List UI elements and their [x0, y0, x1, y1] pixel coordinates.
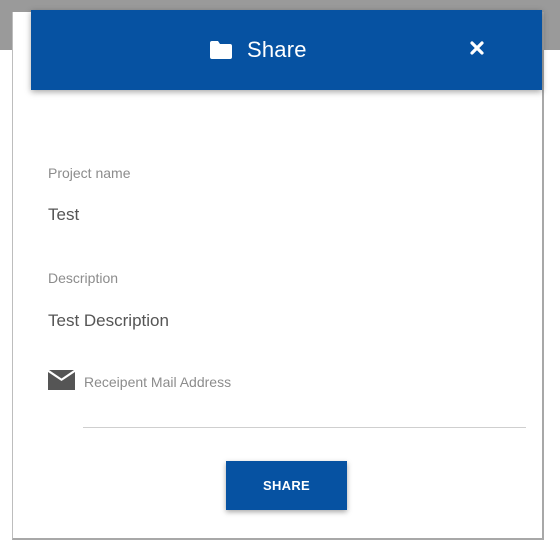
recipient-mail-row — [48, 370, 504, 390]
dialog-title-group: Share — [209, 36, 307, 64]
description-label: Description — [48, 270, 119, 286]
dialog-title: Share — [247, 37, 307, 62]
share-button[interactable]: SHARE — [226, 461, 347, 510]
project-name-label: Project name — [48, 165, 131, 181]
dialog-header: Share — [31, 10, 542, 90]
close-icon — [470, 40, 484, 60]
description-value: Test Description — [48, 311, 169, 330]
folder-icon — [209, 40, 233, 60]
recipient-mail-input[interactable] — [84, 374, 504, 390]
close-button[interactable] — [465, 38, 489, 62]
mail-input-underline — [83, 427, 526, 428]
envelope-icon — [48, 370, 75, 390]
project-name-value: Test — [48, 205, 80, 224]
